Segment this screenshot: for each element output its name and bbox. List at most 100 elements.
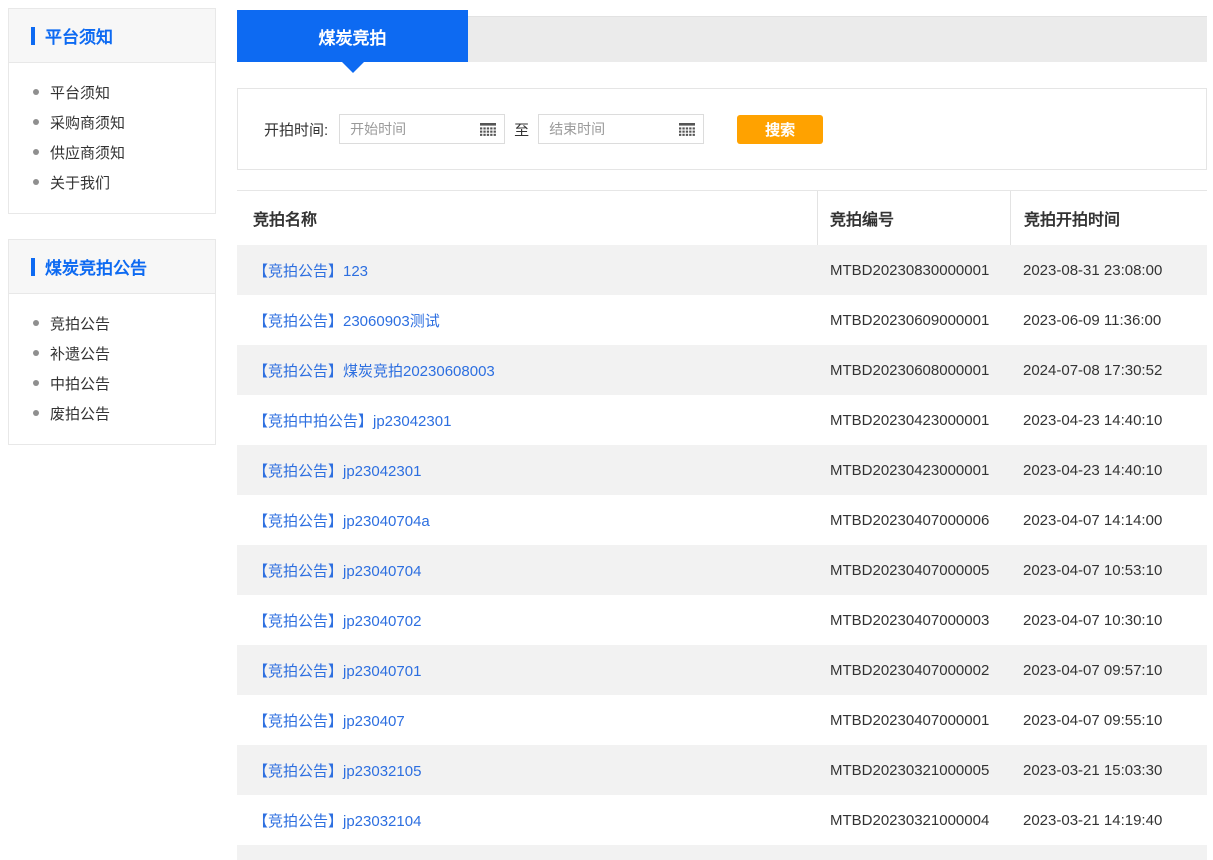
table-header-row: 竞拍名称 竞拍编号 竞拍开拍时间 — [237, 191, 1207, 245]
auction-code-cell: MTBD20230423000001 — [817, 462, 1010, 479]
start-time-label: 开拍时间: — [264, 119, 328, 140]
auction-name-cell: 【竞拍公告】jp230407 — [237, 710, 817, 731]
end-date-wrap — [538, 114, 704, 144]
sidebar-item-label: 中拍公告 — [50, 373, 110, 394]
auction-name-cell: 【竞拍公告】jp23042301 — [237, 460, 817, 481]
column-header-code: 竞拍编号 — [817, 191, 1010, 245]
auction-link[interactable]: 【竞拍公告】23060903测试 — [253, 313, 440, 330]
column-header-name: 竞拍名称 — [237, 191, 817, 245]
auction-code-cell: MTBD20230407000005 — [817, 562, 1010, 579]
auction-code-cell: MTBD20230608000001 — [817, 362, 1010, 379]
auction-link[interactable]: 【竞拍中拍公告】jp23042301 — [253, 413, 451, 430]
auction-code-cell: MTBD20230830000001 — [817, 262, 1010, 279]
auction-code-cell: MTBD20230407000006 — [817, 512, 1010, 529]
auction-time-cell: 2023-04-07 10:30:10 — [1010, 612, 1207, 629]
sidebar-item-about-us[interactable]: 关于我们 — [9, 167, 215, 197]
auction-link[interactable]: 【竞拍公告】jp23040702 — [253, 613, 421, 630]
auction-time-cell: 2024-07-08 17:30:52 — [1010, 362, 1207, 379]
accent-bar-icon — [31, 27, 35, 45]
auction-table: 竞拍名称 竞拍编号 竞拍开拍时间 【竞拍公告】123 MTBD202308300… — [237, 190, 1207, 860]
auction-code-cell: MTBD20230407000002 — [817, 662, 1010, 679]
tab-label: 煤炭竞拍 — [319, 24, 387, 49]
table-row: 【竞拍中拍公告】jp23042301 MTBD20230423000001 20… — [237, 395, 1207, 445]
bullet-icon — [33, 320, 39, 326]
auction-time-cell: 2023-04-07 09:57:10 — [1010, 662, 1207, 679]
auction-name-cell: 【竞拍公告】jp23032105 — [237, 760, 817, 781]
auction-name-cell: 【竞拍公告】jp23040704a — [237, 510, 817, 531]
auction-link[interactable]: 【竞拍公告】jp23040704a — [253, 513, 430, 530]
auction-link[interactable]: 【竞拍公告】jp23042301 — [253, 463, 421, 480]
auction-link[interactable]: 【竞拍公告】123 — [253, 263, 368, 280]
auction-name-cell: 【竞拍公告】jp23032104 — [237, 810, 817, 831]
sidebar-panel-platform-notice: 平台须知 平台须知 采购商须知 供应商须知 关于我们 — [8, 8, 216, 214]
start-date-wrap — [339, 114, 505, 144]
auction-link[interactable]: 【竞拍公告】jp23040701 — [253, 663, 421, 680]
panel-title: 煤炭竞拍公告 — [45, 254, 147, 279]
table-row: 【竞拍公告】jp23042301 MTBD20230423000001 2023… — [237, 445, 1207, 495]
auction-name-cell: 【竞拍中拍公告】jp23042301 — [237, 410, 817, 431]
table-row: 【竞拍公告】jp23040704a MTBD20230407000006 202… — [237, 495, 1207, 545]
bullet-icon — [33, 89, 39, 95]
bullet-icon — [33, 350, 39, 356]
auction-time-cell: 2023-06-09 11:36:00 — [1010, 312, 1207, 329]
sidebar-item-label: 平台须知 — [50, 82, 110, 103]
sidebar-item-cancelled-announcement[interactable]: 废拍公告 — [9, 398, 215, 428]
auction-name-cell: 【竞拍公告】jp23040702 — [237, 610, 817, 631]
auction-code-cell: MTBD20230423000001 — [817, 412, 1010, 429]
calendar-icon[interactable] — [679, 123, 695, 136]
bullet-icon — [33, 119, 39, 125]
search-button[interactable]: 搜索 — [737, 115, 823, 144]
main-content: 煤炭竞拍 开拍时间: 至 — [237, 10, 1207, 860]
to-label: 至 — [514, 119, 529, 140]
auction-name-cell: 【竞拍公告】jp23040701 — [237, 660, 817, 681]
tab-bar: 煤炭竞拍 — [237, 10, 1207, 62]
sidebar-item-winning-announcement[interactable]: 中拍公告 — [9, 368, 215, 398]
sidebar-item-label: 关于我们 — [50, 172, 110, 193]
panel-header: 平台须知 — [9, 9, 215, 63]
auction-time-cell: 2023-04-23 14:40:10 — [1010, 462, 1207, 479]
bullet-icon — [33, 149, 39, 155]
table-row: 【竞拍公告】123 MTBD20230830000001 2023-08-31 … — [237, 245, 1207, 295]
table-row: 【竞拍公告】jp23040704 MTBD20230407000005 2023… — [237, 545, 1207, 595]
auction-link[interactable]: 【竞拍公告】jp23032105 — [253, 763, 421, 780]
panel-title: 平台须知 — [45, 23, 113, 48]
tab-pointer-icon — [342, 62, 364, 73]
panel-header: 煤炭竞拍公告 — [9, 240, 215, 294]
auction-time-cell: 2023-04-07 09:55:10 — [1010, 712, 1207, 729]
tab-coal-auction[interactable]: 煤炭竞拍 — [237, 10, 468, 62]
bullet-icon — [33, 410, 39, 416]
auction-name-cell: 【竞拍公告】123 — [237, 260, 817, 281]
table-row-partial — [237, 845, 1207, 860]
table-row: 【竞拍公告】jp230407 MTBD20230407000001 2023-0… — [237, 695, 1207, 745]
auction-code-cell: MTBD20230321000005 — [817, 762, 1010, 779]
auction-time-cell: 2023-03-21 15:03:30 — [1010, 762, 1207, 779]
auction-link[interactable]: 【竞拍公告】jp230407 — [253, 713, 405, 730]
auction-link[interactable]: 【竞拍公告】煤炭竞拍20230608003 — [253, 363, 495, 380]
auction-link[interactable]: 【竞拍公告】jp23040704 — [253, 563, 421, 580]
sidebar-item-addendum-announcement[interactable]: 补遗公告 — [9, 338, 215, 368]
auction-code-cell: MTBD20230407000003 — [817, 612, 1010, 629]
sidebar-item-buyer-notice[interactable]: 采购商须知 — [9, 107, 215, 137]
auction-time-cell: 2023-03-21 14:19:40 — [1010, 812, 1207, 829]
auction-name-cell: 【竞拍公告】jp23040704 — [237, 560, 817, 581]
sidebar: 平台须知 平台须知 采购商须知 供应商须知 关于我们 煤炭竞拍公告 — [8, 8, 216, 470]
auction-time-cell: 2023-04-23 14:40:10 — [1010, 412, 1207, 429]
sidebar-item-platform-notice[interactable]: 平台须知 — [9, 77, 215, 107]
search-panel: 开拍时间: 至 — [237, 88, 1207, 170]
auction-time-cell: 2023-04-07 10:53:10 — [1010, 562, 1207, 579]
sidebar-panel-coal-auction-announcements: 煤炭竞拍公告 竞拍公告 补遗公告 中拍公告 废拍公告 — [8, 239, 216, 445]
table-row: 【竞拍公告】jp23032104 MTBD20230321000004 2023… — [237, 795, 1207, 845]
accent-bar-icon — [31, 258, 35, 276]
table-row: 【竞拍公告】jp23040702 MTBD20230407000003 2023… — [237, 595, 1207, 645]
panel-list: 竞拍公告 补遗公告 中拍公告 废拍公告 — [9, 294, 215, 444]
auction-link[interactable]: 【竞拍公告】jp23032104 — [253, 813, 421, 830]
auction-time-cell: 2023-04-07 14:14:00 — [1010, 512, 1207, 529]
column-header-time: 竞拍开拍时间 — [1010, 191, 1207, 245]
sidebar-item-label: 供应商须知 — [50, 142, 125, 163]
sidebar-item-supplier-notice[interactable]: 供应商须知 — [9, 137, 215, 167]
calendar-icon[interactable] — [480, 123, 496, 136]
sidebar-item-auction-announcement[interactable]: 竞拍公告 — [9, 308, 215, 338]
table-row: 【竞拍公告】23060903测试 MTBD20230609000001 2023… — [237, 295, 1207, 345]
sidebar-item-label: 废拍公告 — [50, 403, 110, 424]
sidebar-item-label: 补遗公告 — [50, 343, 110, 364]
